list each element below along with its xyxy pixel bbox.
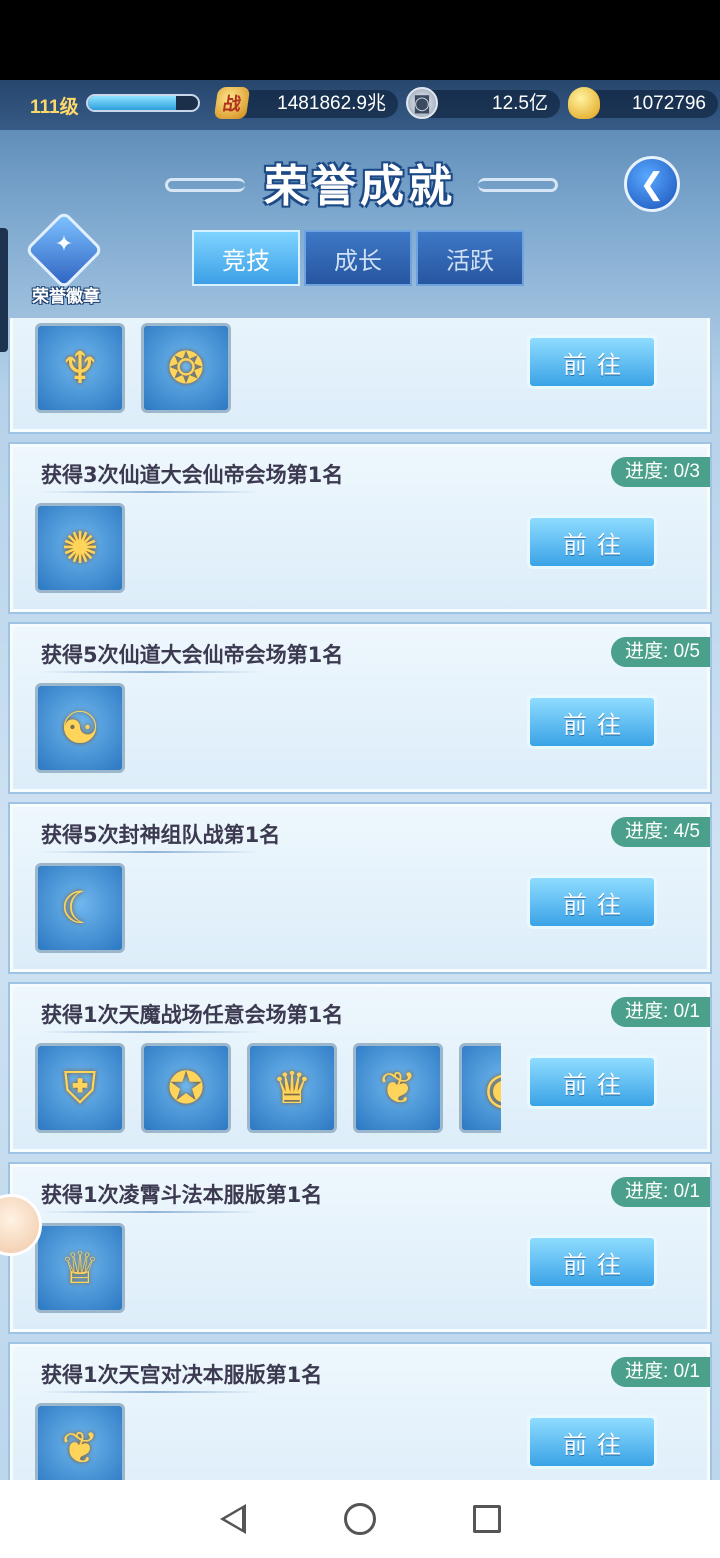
golden-phoenix-icon[interactable]: ✺	[35, 503, 125, 593]
flame-wings-icon[interactable]: ❦	[353, 1043, 443, 1133]
title-divider	[41, 851, 261, 853]
achievement-card: 获得1次凌霄斗法本服版第1名 进度: 0/1 ♕ 前往	[10, 1164, 710, 1332]
wings-icon[interactable]: ♆	[35, 323, 125, 413]
progress-badge: 进度: 0/1	[611, 997, 710, 1027]
title-divider	[41, 491, 261, 493]
badge-crest-icon: ✦	[54, 232, 74, 257]
crown-wings-icon[interactable]: ♛	[247, 1043, 337, 1133]
achievement-title: 获得1次天宫对决本服版第1名	[41, 1363, 323, 1387]
tab-activity[interactable]: 活跃	[416, 230, 524, 286]
progress-badge: 进度: 0/3	[611, 457, 710, 487]
go-button[interactable]: 前往	[527, 1235, 657, 1289]
gold-ingot-icon	[568, 87, 600, 119]
reward-list[interactable]: ♕	[35, 1223, 501, 1315]
back-button[interactable]: ❮	[624, 156, 680, 212]
yin-yang-icon[interactable]: ☯	[35, 683, 125, 773]
progress-badge: 进度: 0/5	[611, 637, 710, 667]
achievement-card: 获得5次仙道大会仙帝会场第1名 进度: 0/5 ☯ 前往	[10, 624, 710, 792]
reward-list[interactable]: ☯	[35, 683, 501, 775]
go-button[interactable]: 前往	[527, 515, 657, 569]
nav-back-button[interactable]	[213, 1499, 253, 1539]
go-button[interactable]: 前往	[527, 1055, 657, 1109]
reward-list[interactable]: ⛨✪♛❦◉	[35, 1043, 501, 1135]
title-divider	[41, 1031, 261, 1033]
go-button[interactable]: 前往	[527, 875, 657, 929]
achievement-title: 获得1次天魔战场任意会场第1名	[41, 1003, 344, 1027]
dragon-ornament-icon[interactable]: ❂	[141, 323, 231, 413]
reward-list[interactable]: ❦	[35, 1403, 501, 1480]
achievement-title: 获得1次凌霄斗法本服版第1名	[41, 1183, 323, 1207]
achievement-title: 获得5次封神组队战第1名	[41, 823, 281, 847]
reward-list[interactable]: ☾	[35, 863, 501, 955]
achievement-card: ♆ ❂ 前往	[10, 318, 710, 432]
achievement-card: 获得3次仙道大会仙帝会场第1名 进度: 0/3 ✺ 前往	[10, 444, 710, 612]
honor-badge-label: 荣誉徽章	[32, 287, 100, 307]
helmet-icon[interactable]: ⛨	[35, 1043, 125, 1133]
crescent-emblem-icon[interactable]: ☾	[35, 863, 125, 953]
resource-bar: 111级 1481862.9兆 战 12.5亿 ◙ 1072796	[0, 80, 720, 130]
silver-coin-icon: ◙	[406, 87, 438, 119]
ingot-value: 1072796	[632, 93, 706, 114]
tab-competitive[interactable]: 竞技	[192, 230, 300, 286]
power-value: 1481862.9兆	[277, 93, 386, 114]
achievement-card: 获得5次封神组队战第1名 进度: 4/5 ☾ 前往	[10, 804, 710, 972]
system-nav-bar	[0, 1480, 720, 1558]
chevron-left-icon: ❮	[639, 166, 665, 202]
achievement-card: 获得1次天宫对决本服版第1名 进度: 0/1 ❦ 前往	[10, 1344, 710, 1480]
cloud-ornament-right	[478, 178, 558, 192]
orb-icon[interactable]: ◉	[459, 1043, 501, 1133]
exp-bar-fill	[88, 96, 176, 110]
player-level: 111级	[30, 97, 79, 118]
flame-wings-icon[interactable]: ❦	[35, 1403, 125, 1480]
reward-list[interactable]: ♆ ❂	[35, 323, 501, 415]
coin-value: 12.5亿	[492, 93, 548, 114]
go-button[interactable]: 前往	[527, 695, 657, 749]
honor-badge-button[interactable]: ✦ 荣誉徽章	[22, 210, 112, 308]
nav-recents-button[interactable]	[467, 1499, 507, 1539]
tab-growth[interactable]: 成长	[304, 230, 412, 286]
go-button[interactable]: 前往	[527, 1415, 657, 1469]
progress-badge: 进度: 4/5	[611, 817, 710, 847]
cloud-ornament-left	[165, 178, 245, 192]
game-screen: 111级 1481862.9兆 战 12.5亿 ◙ 1072796 荣誉成就 ❮…	[0, 80, 720, 1480]
title-divider	[41, 1211, 261, 1213]
home-circle-icon	[343, 1503, 376, 1535]
page-title-area: 荣誉成就	[0, 150, 720, 220]
achievement-card: 获得1次天魔战场任意会场第1名 进度: 0/1 ⛨✪♛❦◉ 前往	[10, 984, 710, 1152]
progress-badge: 进度: 0/1	[611, 1357, 710, 1387]
back-triangle-icon	[220, 1504, 247, 1534]
achievement-list[interactable]: ♆ ❂ 前往 获得3次仙道大会仙帝会场第1名 进度: 0/3 ✺ 前往 获得5次仙道大会仙帝会…	[0, 318, 720, 1480]
tab-bar: 竞技 成长 活跃	[192, 230, 524, 286]
go-button[interactable]: 前往	[527, 335, 657, 389]
title-divider	[41, 671, 261, 673]
crown-icon[interactable]: ♕	[35, 1223, 125, 1313]
recents-square-icon	[472, 1505, 501, 1533]
exp-bar	[86, 94, 200, 112]
status-bar	[0, 0, 720, 80]
page-title: 荣誉成就	[264, 161, 456, 212]
medal-icon[interactable]: ✪	[141, 1043, 231, 1133]
title-divider	[41, 1391, 261, 1393]
achievement-title: 获得5次仙道大会仙帝会场第1名	[41, 643, 344, 667]
progress-badge: 进度: 0/1	[611, 1177, 710, 1207]
nav-home-button[interactable]	[340, 1499, 380, 1539]
achievement-title: 获得3次仙道大会仙帝会场第1名	[41, 463, 344, 487]
reward-list[interactable]: ✺	[35, 503, 501, 595]
battle-power-icon: 战	[213, 87, 251, 119]
